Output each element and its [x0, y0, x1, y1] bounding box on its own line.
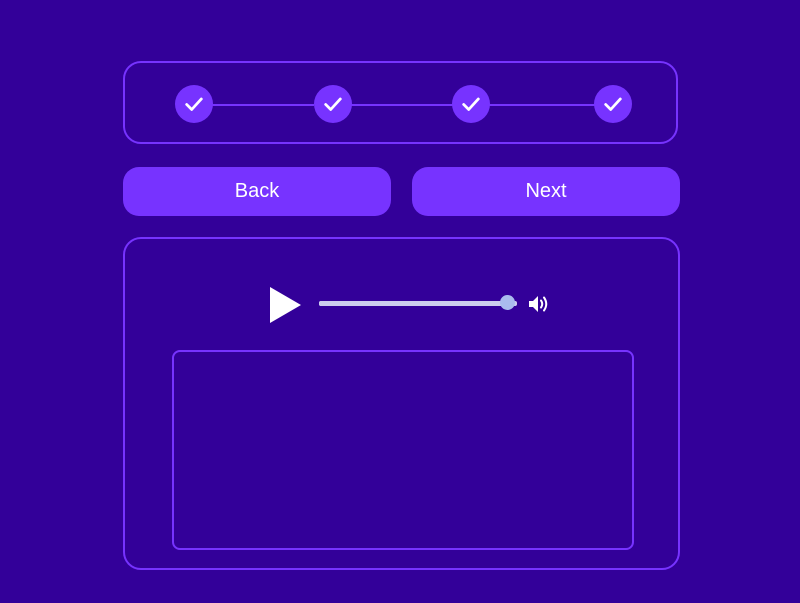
next-button[interactable]: Next	[412, 167, 680, 216]
stepper	[123, 61, 678, 144]
check-icon	[324, 97, 342, 111]
seek-handle[interactable]	[500, 295, 516, 310]
media-player	[123, 237, 680, 570]
seek-progress	[319, 301, 508, 306]
play-icon[interactable]	[268, 286, 304, 324]
step-4[interactable]	[594, 85, 632, 123]
back-button[interactable]: Back	[123, 167, 391, 216]
step-3[interactable]	[452, 85, 490, 123]
seek-bar[interactable]	[319, 301, 517, 306]
step-2[interactable]	[314, 85, 352, 123]
step-1[interactable]	[175, 85, 213, 123]
check-icon	[604, 97, 622, 111]
volume-icon[interactable]	[528, 294, 550, 314]
check-icon	[185, 97, 203, 111]
media-display	[172, 350, 634, 550]
check-icon	[462, 97, 480, 111]
